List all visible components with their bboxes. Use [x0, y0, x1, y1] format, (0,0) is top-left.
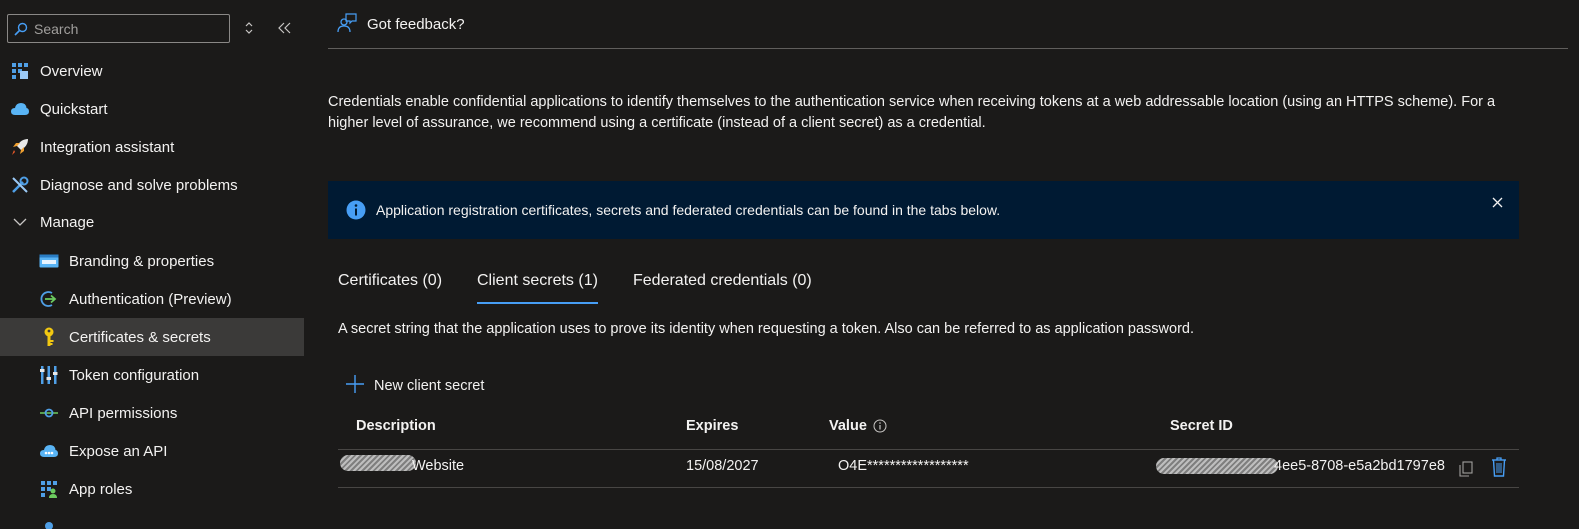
close-icon[interactable]: [1489, 194, 1505, 210]
intro-text: Credentials enable confidential applicat…: [328, 94, 1496, 131]
column-header-label: Secret ID: [1170, 418, 1233, 434]
collapse-sidebar-icon[interactable]: [275, 18, 295, 38]
secret-value: O4E******************: [838, 458, 969, 474]
chevron-down-icon: [9, 211, 31, 233]
sidebar: Overview Quickstart Integration assistan…: [0, 0, 304, 529]
sidebar-item-token-configuration[interactable]: Token configuration: [0, 356, 304, 394]
sidebar-item-label: Expose an API: [69, 442, 168, 460]
copy-icon[interactable]: [1456, 459, 1476, 479]
sidebar-item-api-permissions[interactable]: API permissions: [0, 394, 304, 432]
sidebar-item-overview[interactable]: Overview: [0, 52, 304, 90]
sidebar-item-authentication[interactable]: Authentication (Preview): [0, 280, 304, 318]
key-icon: [38, 326, 60, 348]
tab-label: Certificates (0): [338, 272, 443, 289]
sidebar-item-label: App roles: [69, 480, 133, 498]
column-header-description: Description: [356, 418, 436, 434]
plus-icon: [346, 375, 364, 397]
owners-icon: [38, 518, 60, 529]
info-tooltip-icon[interactable]: [873, 419, 887, 433]
sidebar-item-certificates-secrets[interactable]: Certificates & secrets: [0, 318, 304, 356]
cloud-api-icon: [38, 440, 60, 462]
main-content: Got feedback? Credentials enable confide…: [328, 0, 1579, 529]
feedback-icon: [337, 12, 357, 36]
column-header-label: Value: [829, 418, 867, 434]
redaction-scribble: [1156, 458, 1278, 474]
sidebar-item-label: Authentication (Preview): [69, 290, 232, 308]
tab-client-secrets[interactable]: Client secrets (1): [477, 272, 598, 304]
sidebar-item-expose-api[interactable]: Expose an API: [0, 432, 304, 470]
column-header-secret-id: Secret ID: [1170, 418, 1233, 434]
rocket-icon: [9, 136, 31, 158]
info-banner: Application registration certificates, s…: [328, 181, 1519, 239]
app-roles-icon: [38, 478, 60, 500]
column-header-value: Value: [829, 418, 887, 434]
column-header-expires: Expires: [686, 418, 738, 434]
info-icon: [346, 200, 366, 220]
column-header-label: Expires: [686, 418, 739, 434]
tab-federated-credentials[interactable]: Federated credentials (0): [633, 272, 812, 304]
api-permissions-icon: [38, 402, 60, 424]
sidebar-group-manage[interactable]: Manage: [0, 203, 304, 241]
new-client-secret-button[interactable]: New client secret: [346, 375, 484, 397]
tab-label: Federated credentials (0): [633, 272, 812, 289]
sidebar-item-label: Integration assistant: [40, 138, 175, 156]
sidebar-item-quickstart[interactable]: Quickstart: [0, 90, 304, 128]
sidebar-item-diagnose[interactable]: Diagnose and solve problems: [0, 166, 304, 204]
search-box[interactable]: [7, 14, 230, 43]
table-header-divider: [338, 449, 1519, 450]
secret-description: Website: [412, 458, 465, 474]
secret-id: 4ee5-8708-e5a2bd1797e8: [1274, 458, 1445, 474]
cloud-rocket-icon: [9, 98, 31, 120]
search-icon: [14, 22, 28, 36]
table-row-divider: [338, 487, 1519, 488]
sidebar-item-label: Certificates & secrets: [69, 328, 211, 346]
overview-grid-icon: [9, 60, 31, 82]
sidebar-item-label: API permissions: [69, 404, 178, 422]
sort-toggle-icon[interactable]: [239, 18, 259, 38]
feedback-button[interactable]: Got feedback?: [337, 12, 465, 36]
tab-certificates[interactable]: Certificates (0): [338, 272, 442, 304]
token-bars-icon: [38, 364, 60, 386]
tab-label: Client secrets (1): [477, 272, 598, 289]
sidebar-item-label: Manage: [40, 213, 95, 231]
wrench-icon: [9, 174, 31, 196]
column-header-label: Description: [356, 418, 436, 434]
sidebar-item-label: Diagnose and solve problems: [40, 176, 238, 194]
info-banner-text: Application registration certificates, s…: [376, 202, 1001, 218]
delete-icon[interactable]: [1489, 457, 1509, 477]
sidebar-item-label: Overview: [40, 62, 103, 80]
redaction-scribble: [340, 455, 416, 471]
new-client-secret-label: New client secret: [374, 378, 485, 394]
auth-arrow-icon: [38, 288, 60, 310]
sidebar-item-branding[interactable]: Branding & properties: [0, 242, 304, 280]
sidebar-item-integration-assistant[interactable]: Integration assistant: [0, 128, 304, 166]
command-bar: Got feedback?: [328, 0, 1568, 49]
sidebar-item-label: Token configuration: [69, 366, 200, 384]
sidebar-item-partial[interactable]: [0, 510, 304, 529]
sidebar-item-label: Branding & properties: [69, 252, 215, 270]
sidebar-item-label: Quickstart: [40, 100, 108, 118]
sidebar-item-app-roles[interactable]: App roles: [0, 470, 304, 508]
tab-description: A secret string that the application use…: [338, 321, 1194, 337]
search-input[interactable]: [28, 20, 229, 37]
feedback-label: Got feedback?: [367, 15, 465, 33]
secret-expires: 15/08/2027: [686, 458, 759, 474]
www-icon: [38, 250, 60, 272]
